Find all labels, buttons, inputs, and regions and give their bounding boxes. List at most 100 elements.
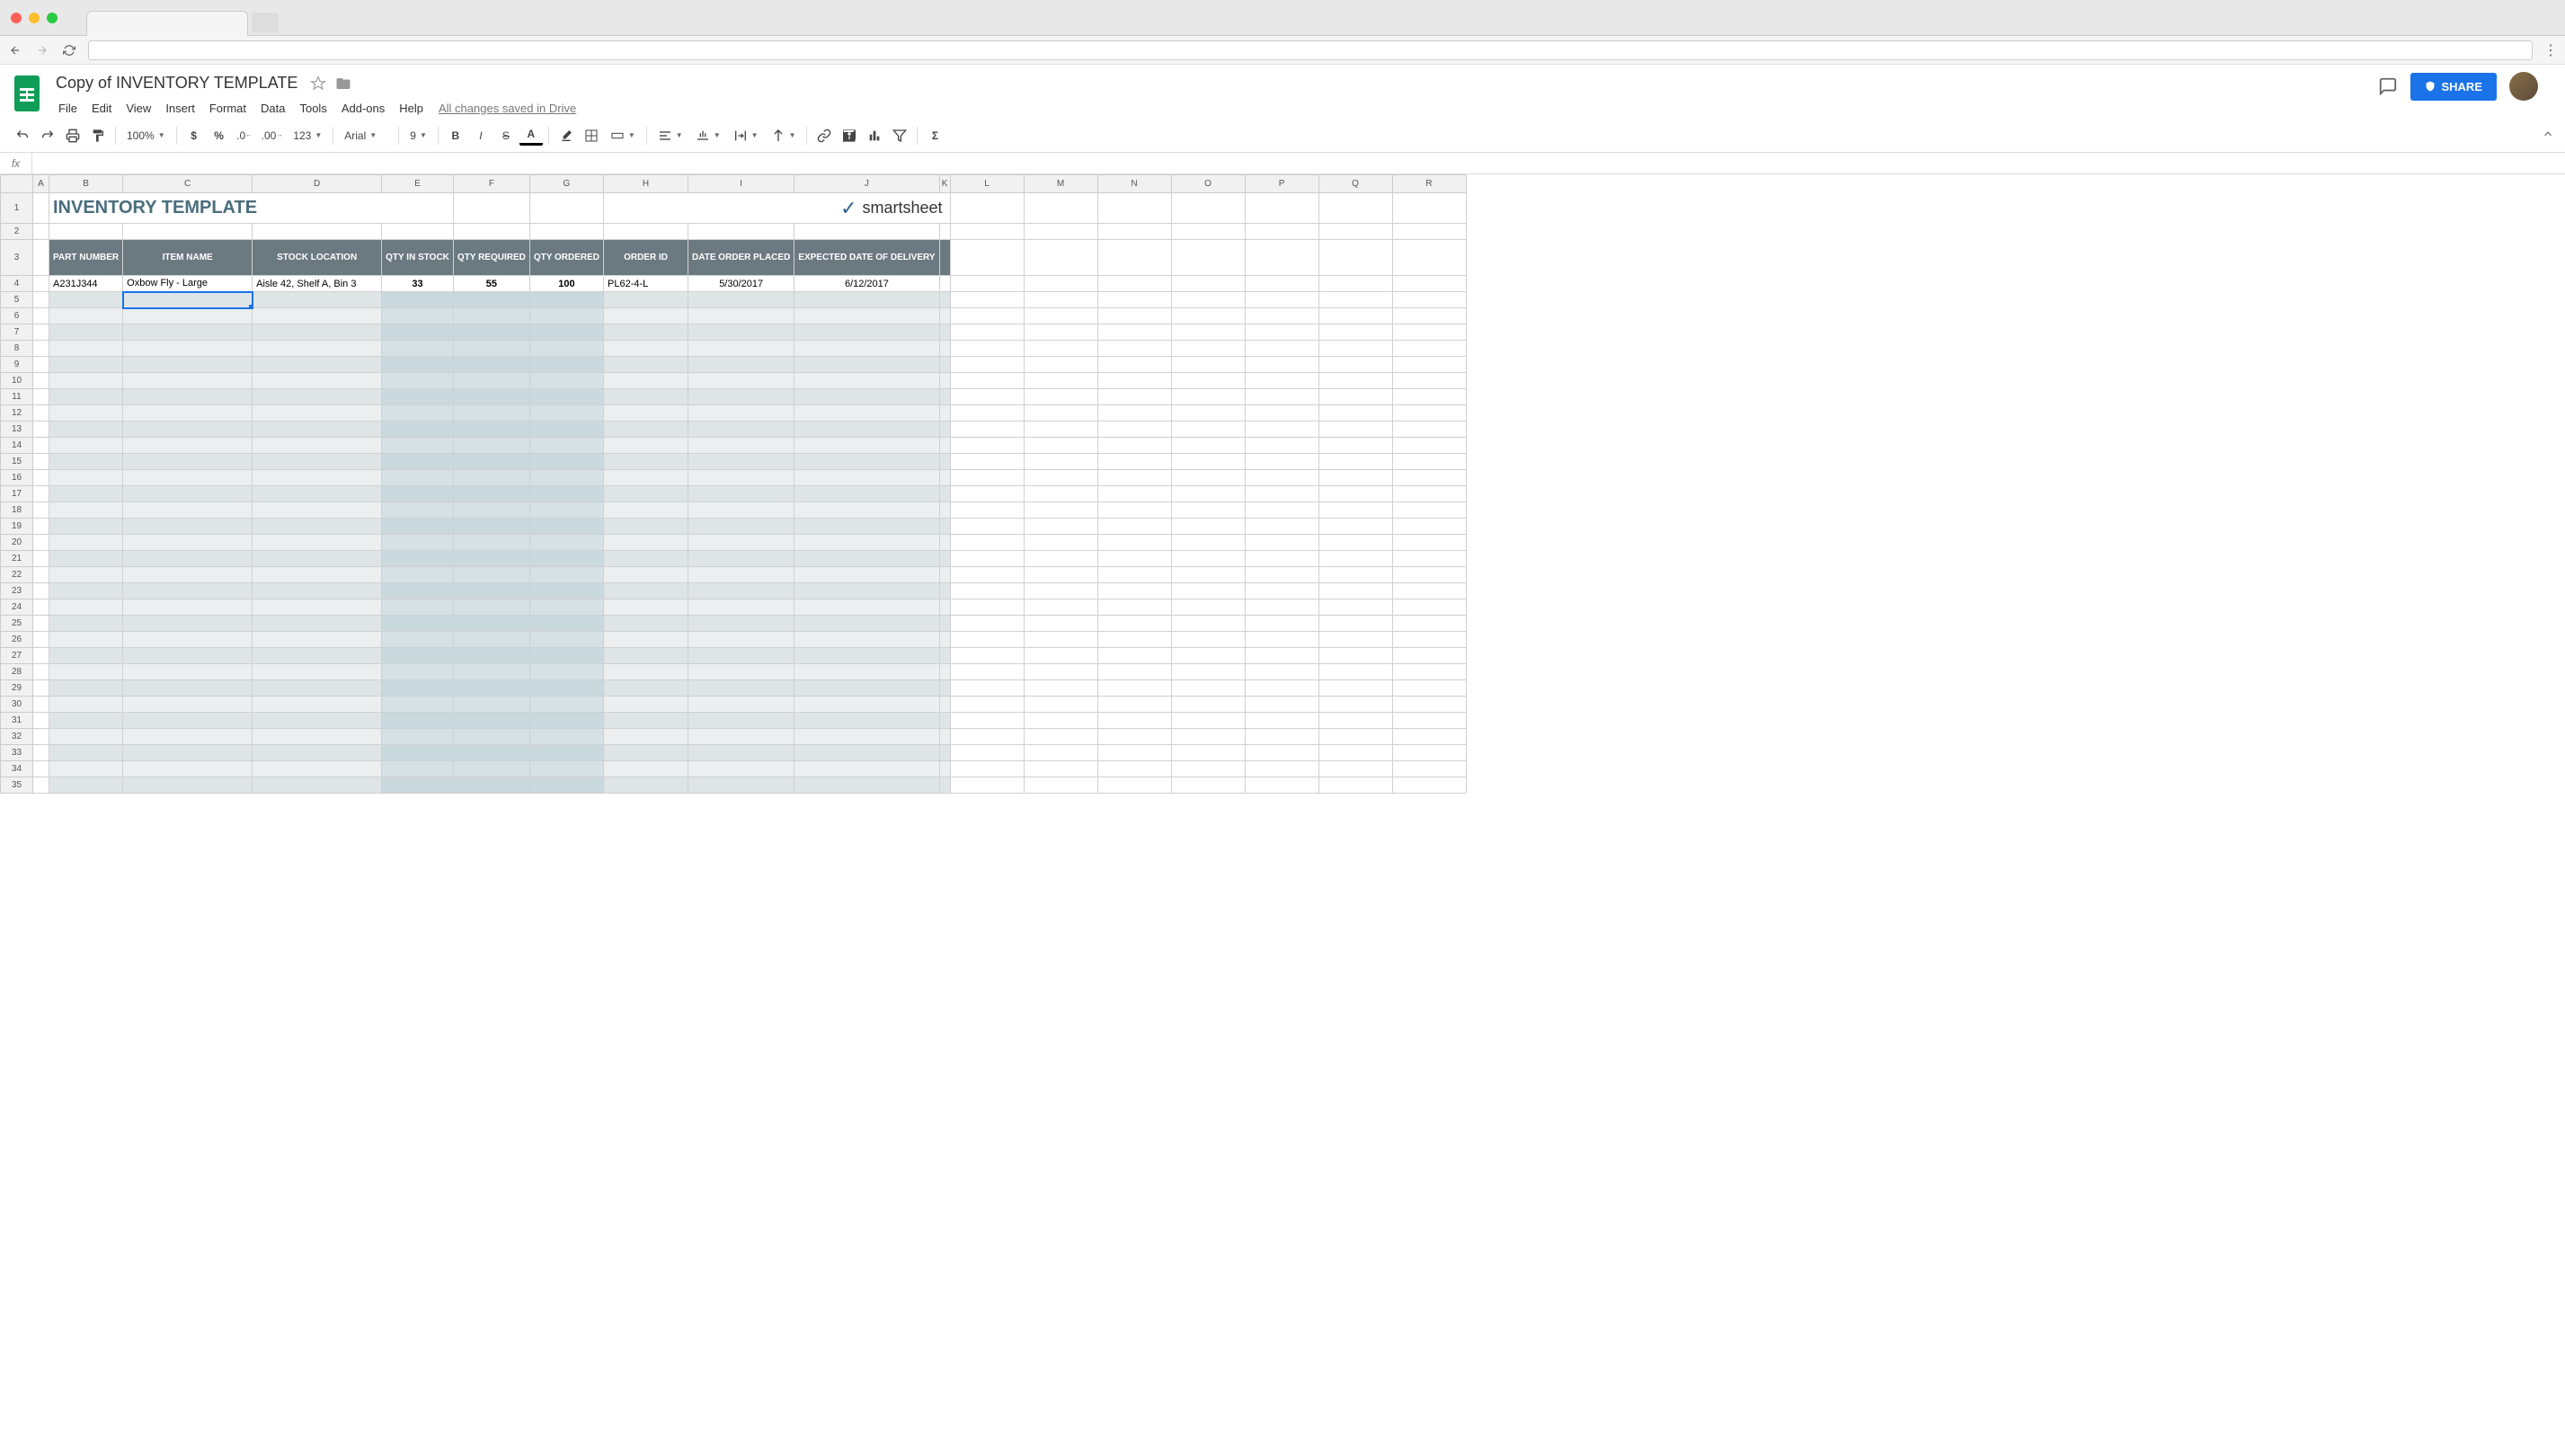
cell-L17[interactable] — [950, 486, 1024, 502]
cell-E17[interactable] — [382, 486, 454, 502]
cell-C23[interactable] — [123, 583, 253, 599]
cell-G3[interactable]: QTY ORDERED — [529, 240, 603, 276]
menu-data[interactable]: Data — [254, 98, 291, 119]
cell-Q32[interactable] — [1318, 729, 1392, 745]
cell-Q23[interactable] — [1318, 583, 1392, 599]
cell-D6[interactable] — [253, 308, 382, 324]
cell-R29[interactable] — [1392, 680, 1466, 697]
cell-I35[interactable] — [688, 777, 794, 794]
cell-E21[interactable] — [382, 551, 454, 567]
cell-E4[interactable]: 33 — [382, 276, 454, 292]
cell-R34[interactable] — [1392, 761, 1466, 777]
row-header-33[interactable]: 33 — [1, 745, 33, 761]
col-header-O[interactable]: O — [1171, 175, 1245, 193]
cell-G19[interactable] — [529, 519, 603, 535]
cell-R30[interactable] — [1392, 697, 1466, 713]
cell-K7[interactable] — [939, 324, 950, 341]
cell-N19[interactable] — [1097, 519, 1171, 535]
cell-O24[interactable] — [1171, 599, 1245, 616]
cell-D12[interactable] — [253, 405, 382, 422]
insert-link-button[interactable] — [812, 124, 836, 147]
spreadsheet-grid[interactable]: ABCDEFGHIJKLMNOPQR1INVENTORY TEMPLATE✓sm… — [0, 174, 1467, 794]
cell-O22[interactable] — [1171, 567, 1245, 583]
cell-N33[interactable] — [1097, 745, 1171, 761]
cell-F10[interactable] — [453, 373, 529, 389]
address-bar[interactable] — [88, 40, 2533, 60]
cell-J14[interactable] — [794, 438, 939, 454]
cell-E3[interactable]: QTY IN STOCK — [382, 240, 454, 276]
cell-H2[interactable] — [604, 224, 688, 240]
cell-L22[interactable] — [950, 567, 1024, 583]
cell-I25[interactable] — [688, 616, 794, 632]
cell-O6[interactable] — [1171, 308, 1245, 324]
cell-Q12[interactable] — [1318, 405, 1392, 422]
cell-N32[interactable] — [1097, 729, 1171, 745]
row-header-24[interactable]: 24 — [1, 599, 33, 616]
row-header-35[interactable]: 35 — [1, 777, 33, 794]
cell-Q28[interactable] — [1318, 664, 1392, 680]
decrease-decimal-button[interactable]: .0← — [233, 124, 256, 147]
cell-B23[interactable] — [49, 583, 123, 599]
cell-I13[interactable] — [688, 422, 794, 438]
italic-button[interactable]: I — [469, 124, 493, 147]
cell-C24[interactable] — [123, 599, 253, 616]
cell-R7[interactable] — [1392, 324, 1466, 341]
cell-E34[interactable] — [382, 761, 454, 777]
cell-O26[interactable] — [1171, 632, 1245, 648]
cell-I17[interactable] — [688, 486, 794, 502]
cell-H34[interactable] — [604, 761, 688, 777]
cell-P15[interactable] — [1245, 454, 1318, 470]
merge-cells-button[interactable]: ▼ — [605, 124, 641, 147]
font-dropdown[interactable]: Arial▼ — [339, 124, 393, 147]
col-header-M[interactable]: M — [1024, 175, 1097, 193]
cell-N10[interactable] — [1097, 373, 1171, 389]
cell-J10[interactable] — [794, 373, 939, 389]
cell-A26[interactable] — [33, 632, 49, 648]
cell-D28[interactable] — [253, 664, 382, 680]
cell-K23[interactable] — [939, 583, 950, 599]
row-header-32[interactable]: 32 — [1, 729, 33, 745]
cell-M35[interactable] — [1024, 777, 1097, 794]
cell-D4[interactable]: Aisle 42, Shelf A, Bin 3 — [253, 276, 382, 292]
cell-A5[interactable] — [33, 292, 49, 308]
cell-P24[interactable] — [1245, 599, 1318, 616]
cell-G20[interactable] — [529, 535, 603, 551]
cell-Q6[interactable] — [1318, 308, 1392, 324]
cell-M29[interactable] — [1024, 680, 1097, 697]
cell-E27[interactable] — [382, 648, 454, 664]
cell-R14[interactable] — [1392, 438, 1466, 454]
cell-F18[interactable] — [453, 502, 529, 519]
cell-A35[interactable] — [33, 777, 49, 794]
cell-I3[interactable]: DATE ORDER PLACED — [688, 240, 794, 276]
cell-K18[interactable] — [939, 502, 950, 519]
cell-N3[interactable] — [1097, 240, 1171, 276]
cell-D9[interactable] — [253, 357, 382, 373]
cell-A27[interactable] — [33, 648, 49, 664]
cell-D5[interactable] — [253, 292, 382, 308]
cell-P13[interactable] — [1245, 422, 1318, 438]
insert-comment-button[interactable] — [838, 124, 861, 147]
cell-E23[interactable] — [382, 583, 454, 599]
cell-K26[interactable] — [939, 632, 950, 648]
cell-C25[interactable] — [123, 616, 253, 632]
cell-I18[interactable] — [688, 502, 794, 519]
cell-A25[interactable] — [33, 616, 49, 632]
cell-Q4[interactable] — [1318, 276, 1392, 292]
cell-C10[interactable] — [123, 373, 253, 389]
currency-button[interactable]: $ — [182, 124, 206, 147]
cell-E8[interactable] — [382, 341, 454, 357]
cell-M6[interactable] — [1024, 308, 1097, 324]
cell-H14[interactable] — [604, 438, 688, 454]
cell-N17[interactable] — [1097, 486, 1171, 502]
cell-C26[interactable] — [123, 632, 253, 648]
menu-view[interactable]: View — [120, 98, 157, 119]
cell-J21[interactable] — [794, 551, 939, 567]
cell-J13[interactable] — [794, 422, 939, 438]
cell-K35[interactable] — [939, 777, 950, 794]
cell-D22[interactable] — [253, 567, 382, 583]
zoom-dropdown[interactable]: 100%▼ — [121, 124, 171, 147]
cell-M22[interactable] — [1024, 567, 1097, 583]
cell-O8[interactable] — [1171, 341, 1245, 357]
cell-D19[interactable] — [253, 519, 382, 535]
cell-I20[interactable] — [688, 535, 794, 551]
